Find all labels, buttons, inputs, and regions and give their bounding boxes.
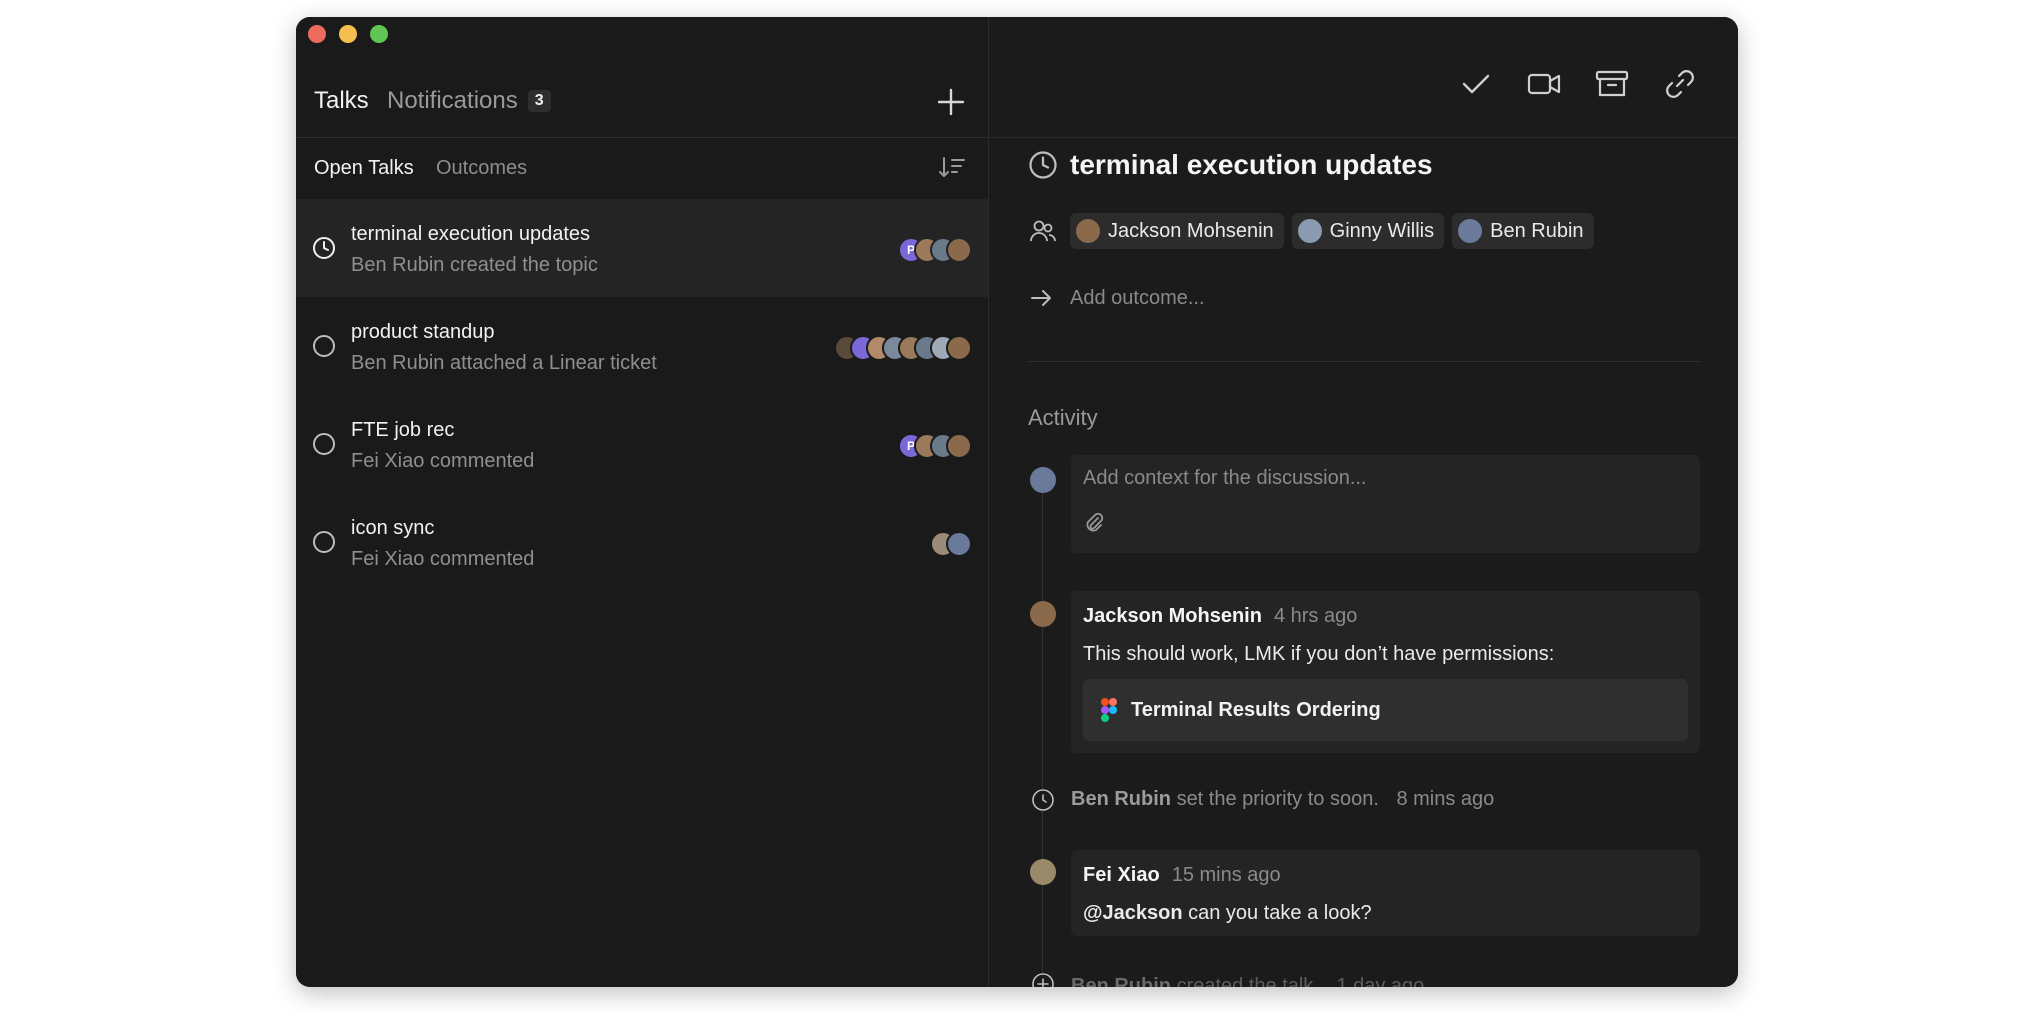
- comment-body: @Jackson can you take a look?: [1083, 902, 1372, 925]
- comment-composer: [1071, 455, 1700, 553]
- avatar: [946, 335, 972, 361]
- minimize-window-button[interactable]: [339, 25, 357, 43]
- add-outcome-placeholder: Add outcome...: [1070, 286, 1205, 309]
- comment-author: Jackson Mohsenin 4 hrs ago: [1083, 605, 1357, 628]
- circle-icon: [313, 335, 335, 357]
- participant-name: Jackson Mohsenin: [1108, 219, 1274, 242]
- avatar: [1030, 467, 1056, 493]
- comment-body: This should work, LMK if you don’t have …: [1083, 643, 1555, 665]
- activity-event: Ben Rubin set the priority to soon. 8 mi…: [1071, 788, 1494, 811]
- talk-title: icon sync: [351, 517, 435, 539]
- talk-item[interactable]: terminal execution updates Ben Rubin cre…: [296, 199, 988, 297]
- talk-participants: P: [898, 433, 972, 459]
- add-outcome-row[interactable]: Add outcome...: [1028, 285, 1205, 311]
- new-talk-button[interactable]: [934, 85, 968, 119]
- circle-icon: [313, 531, 335, 553]
- detail-toolbar: [1458, 67, 1698, 101]
- comment-input[interactable]: [1083, 467, 1683, 490]
- people-icon: [1030, 220, 1056, 242]
- tab-outcomes[interactable]: Outcomes: [436, 157, 527, 180]
- mention[interactable]: @Jackson: [1083, 902, 1183, 924]
- comment: Fei Xiao 15 mins ago @Jackson can you tak…: [1071, 850, 1700, 936]
- talk-participants: [930, 531, 972, 557]
- talk-item[interactable]: product standup Ben Rubin attached a Lin…: [296, 297, 988, 395]
- avatar: [946, 433, 972, 459]
- comment-timestamp: 4 hrs ago: [1273, 605, 1358, 627]
- talk-item[interactable]: FTE job rec Fei Xiao commented P: [296, 395, 988, 493]
- comment: Jackson Mohsenin 4 hrs ago This should wo…: [1071, 591, 1700, 753]
- event-timestamp: 1 day ago: [1336, 975, 1425, 987]
- topic-title[interactable]: terminal execution updates: [1070, 149, 1433, 181]
- activity-event: Ben Rubin created the talk. 1 day ago: [1071, 975, 1424, 987]
- comment-text: can you take a look?: [1188, 902, 1372, 924]
- archive-icon[interactable]: [1594, 67, 1630, 101]
- talk-participants: P: [898, 237, 972, 263]
- tab-notifications-label: Notifications: [387, 87, 518, 114]
- talk-detail-panel: terminal execution updates Jackson Mohse…: [990, 17, 1738, 987]
- talk-subtitle: Fei Xiao commented: [351, 548, 535, 570]
- timeline-line: [1042, 487, 1043, 987]
- comment-author-name: Fei Xiao: [1083, 864, 1160, 886]
- participant-name: Ben Rubin: [1490, 219, 1584, 242]
- talk-participants: [834, 335, 972, 361]
- participant-chip[interactable]: Ginny Willis: [1291, 213, 1445, 249]
- sort-icon[interactable]: [938, 155, 966, 181]
- talk-filter-tabs: Open Talks Outcomes: [296, 139, 988, 199]
- link-icon[interactable]: [1662, 67, 1698, 101]
- comment-timestamp: 15 mins ago: [1171, 864, 1281, 886]
- talk-title: terminal execution updates: [351, 223, 591, 245]
- talk-title: FTE job rec: [351, 419, 455, 441]
- arrow-right-icon: [1031, 290, 1051, 306]
- comment-author-name: Jackson Mohsenin: [1083, 605, 1262, 627]
- event-text: set the priority to soon.: [1176, 788, 1379, 810]
- participant-chip[interactable]: Ben Rubin: [1452, 213, 1594, 249]
- figma-link-card[interactable]: Terminal Results Ordering: [1083, 679, 1688, 741]
- video-icon[interactable]: [1526, 67, 1562, 101]
- avatar: [946, 531, 972, 557]
- clock-icon: [313, 237, 335, 259]
- avatar: [1030, 601, 1056, 627]
- link-title: Terminal Results Ordering: [1131, 698, 1381, 721]
- talk-item[interactable]: icon sync Fei Xiao commented: [296, 493, 988, 591]
- section-divider: [1028, 361, 1700, 362]
- close-window-button[interactable]: [308, 25, 326, 43]
- figma-icon: [1101, 698, 1117, 722]
- tab-notifications[interactable]: Notifications 3: [387, 87, 551, 115]
- circle-icon: [313, 433, 335, 455]
- activity-heading: Activity: [1028, 405, 1098, 430]
- talks-sidebar: Talks Notifications 3 Open Talks Outcome…: [296, 17, 989, 987]
- window-controls: [308, 25, 388, 43]
- avatar: [1076, 219, 1100, 243]
- notifications-count-badge: 3: [527, 90, 551, 112]
- event-text: created the talk.: [1176, 975, 1319, 987]
- header-divider: [990, 137, 1738, 138]
- avatar: [1297, 219, 1322, 243]
- avatar: [1458, 219, 1483, 243]
- sidebar-header: Talks Notifications 3: [296, 47, 988, 138]
- app-window: Talks Notifications 3 Open Talks Outcome…: [296, 17, 1738, 987]
- talk-title: product standup: [351, 321, 495, 343]
- event-timestamp: 8 mins ago: [1396, 788, 1495, 810]
- maximize-window-button[interactable]: [370, 25, 388, 43]
- talk-subtitle: Ben Rubin created the topic: [351, 254, 598, 276]
- tab-talks[interactable]: Talks: [314, 87, 369, 115]
- clock-icon[interactable]: [1028, 150, 1058, 180]
- avatar: [1030, 859, 1056, 885]
- paperclip-icon[interactable]: [1083, 511, 1105, 533]
- avatar: [946, 237, 972, 263]
- event-author: Ben Rubin: [1071, 788, 1171, 810]
- participants-row: Jackson Mohsenin Ginny Willis Ben Rubin: [1028, 213, 1594, 249]
- tab-open-talks[interactable]: Open Talks: [314, 157, 414, 180]
- plus-circle-icon: [1032, 973, 1054, 987]
- topic-header: terminal execution updates: [1028, 149, 1433, 181]
- comment-author: Fei Xiao 15 mins ago: [1083, 864, 1281, 887]
- talk-subtitle: Ben Rubin attached a Linear ticket: [351, 352, 657, 374]
- participant-name: Ginny Willis: [1329, 219, 1435, 242]
- talk-subtitle: Fei Xiao commented: [351, 450, 535, 472]
- check-icon[interactable]: [1458, 67, 1494, 101]
- participant-chip[interactable]: Jackson Mohsenin: [1070, 213, 1284, 249]
- event-author: Ben Rubin: [1071, 975, 1171, 987]
- talks-list: terminal execution updates Ben Rubin cre…: [296, 199, 988, 591]
- clock-icon: [1032, 789, 1054, 811]
